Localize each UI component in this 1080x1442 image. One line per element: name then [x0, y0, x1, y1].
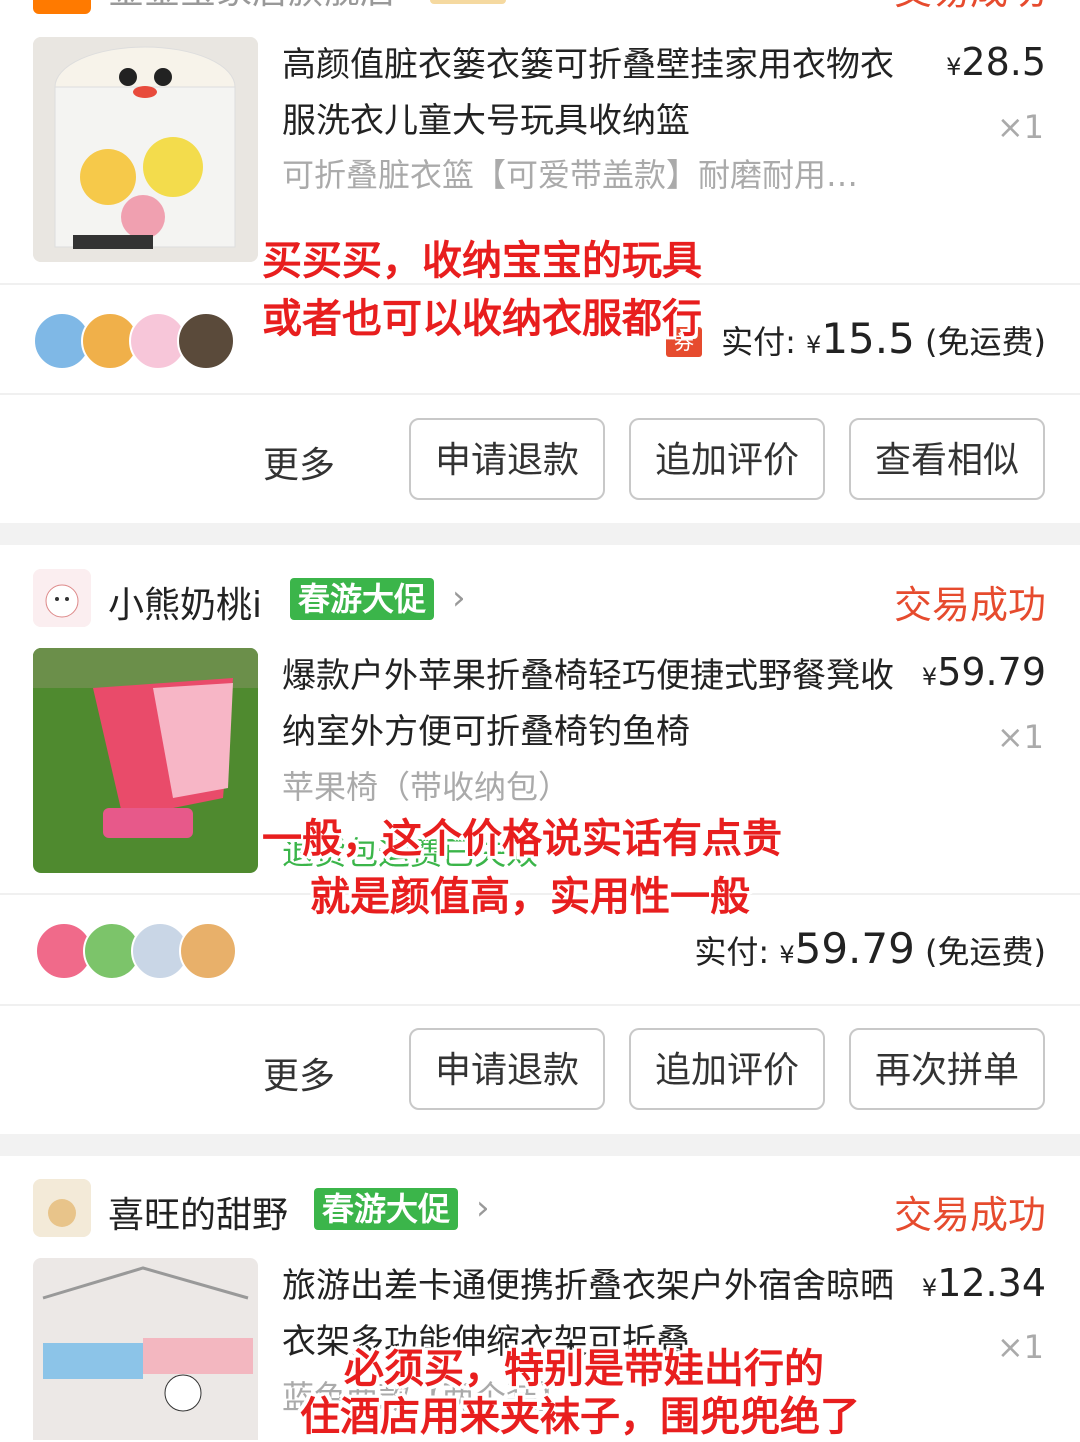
product-price: ¥28.5: [946, 40, 1046, 84]
divider: [0, 1004, 1080, 1006]
product-quantity: ×1: [996, 108, 1044, 146]
order-status: 交易成功: [893, 1193, 1046, 1237]
more-button[interactable]: 更多: [263, 1047, 335, 1099]
shop-header-cut: 金金宝家居旗舰店 交易成功: [0, 0, 1080, 14]
order-status: 交易成功: [894, 0, 1046, 15]
divider: [0, 393, 1080, 395]
product-image[interactable]: [33, 37, 258, 262]
product-sku: 可折叠脏衣篮【可爱带盖款】耐磨耐用…: [282, 156, 859, 194]
avatar: [179, 922, 237, 980]
refund-button[interactable]: 申请退款: [409, 1028, 605, 1110]
paid-amount: 实付: ¥15.5 (免运费): [721, 314, 1046, 363]
annotation-line: 一般，这个价格说实话有点贵: [262, 816, 782, 862]
shop-logo: [33, 0, 91, 14]
shop-name[interactable]: 金金宝家居旗舰店: [108, 0, 396, 14]
product-title[interactable]: 爆款户外苹果折叠椅轻巧便捷式野餐凳收纳室外方便可折叠椅钓鱼椅: [282, 648, 902, 760]
chevron-right-icon[interactable]: ›: [476, 1188, 490, 1228]
reorder-button[interactable]: 再次拼单: [849, 1028, 1045, 1110]
product-price: ¥12.34: [921, 1261, 1046, 1305]
annotation-line: 买买买，收纳宝宝的玩具: [262, 238, 702, 284]
shop-avatar[interactable]: [33, 1179, 91, 1237]
shop-avatar[interactable]: [33, 569, 91, 627]
section-gap: [0, 1134, 1080, 1156]
add-review-button[interactable]: 追加评价: [629, 418, 825, 500]
find-similar-button[interactable]: 查看相似: [849, 418, 1045, 500]
more-button[interactable]: 更多: [263, 436, 335, 488]
shop-name[interactable]: 喜旺的甜野: [108, 1186, 288, 1238]
annotation-line: 就是颜值高，实用性一般: [310, 874, 750, 920]
annotation-line: 或者也可以收纳衣服都行: [262, 296, 702, 342]
chevron-right-icon[interactable]: ›: [452, 578, 466, 618]
paid-amount: 实付: ¥59.79 (免运费): [694, 924, 1046, 973]
refund-button[interactable]: 申请退款: [409, 418, 605, 500]
section-gap: [0, 523, 1080, 545]
shop-badge: [430, 0, 506, 4]
annotation-line: 住酒店用来夹袜子，围兜兜绝了: [300, 1394, 860, 1440]
shop-name[interactable]: 小熊奶桃i: [108, 576, 262, 628]
add-review-button[interactable]: 追加评价: [629, 1028, 825, 1110]
promo-badge: 春游大促: [290, 578, 435, 620]
product-sku: 苹果椅（带收纳包）: [282, 768, 571, 806]
order-status: 交易成功: [893, 583, 1046, 627]
product-title[interactable]: 高颜值脏衣篓衣篓可折叠壁挂家用衣物衣服洗衣儿童大号玩具收纳篮: [282, 37, 902, 149]
avatar: [177, 312, 235, 370]
product-quantity: ×1: [996, 1328, 1044, 1366]
promo-badge: 春游大促: [314, 1188, 459, 1230]
product-image[interactable]: [33, 1258, 258, 1440]
product-image[interactable]: [33, 648, 258, 873]
product-quantity: ×1: [996, 718, 1044, 756]
product-price: ¥59.79: [921, 650, 1046, 694]
